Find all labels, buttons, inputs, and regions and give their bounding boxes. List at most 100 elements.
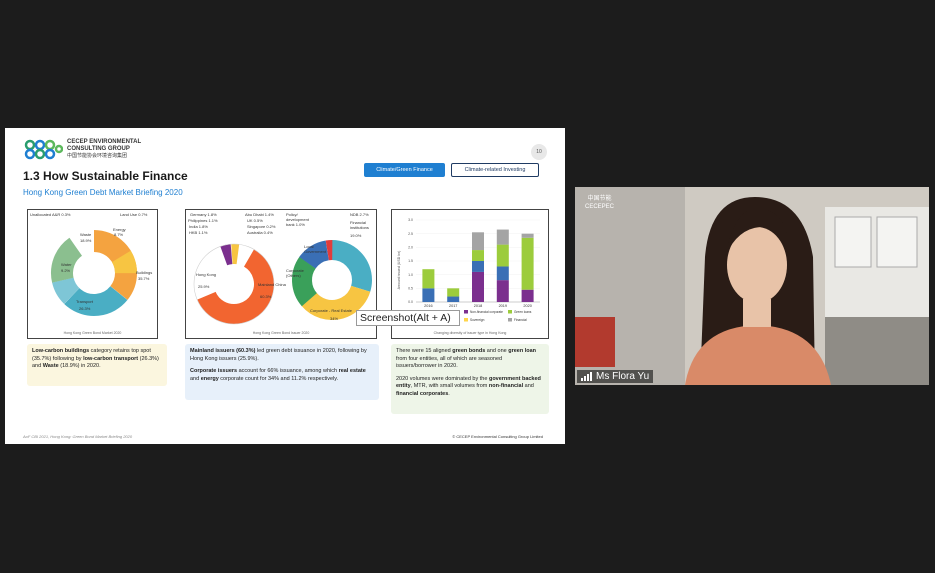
label-buildings-pct: 35.7% xyxy=(138,276,150,281)
n2-t3: and xyxy=(190,375,201,382)
tab-climate-related-investing[interactable]: Climate-related Investing xyxy=(451,163,539,177)
bg-logo-cn: 中国节能 xyxy=(587,196,612,202)
n1-b3: Waste xyxy=(42,363,59,369)
x-tick-label: 2016 xyxy=(424,304,432,308)
label-germany: Germany 1.8% xyxy=(190,212,217,217)
legend-swatch xyxy=(464,310,468,314)
slide-title: 1.3 How Sustainable Finance xyxy=(23,169,188,183)
x-tick-label: 2020 xyxy=(523,304,531,308)
label-australia: Australia 0.4% xyxy=(247,230,273,235)
x-tick-label: 2019 xyxy=(499,304,507,308)
legend-label: Financial xyxy=(514,318,527,322)
label-mainland-pct: 60.3% xyxy=(260,294,272,299)
note-use-of-proceeds: Low-carbon buildings category retains to… xyxy=(27,344,167,386)
n3-b5: financial corporates xyxy=(396,390,449,397)
bar-segment-2019-3 xyxy=(496,244,509,267)
n3-t4: 2020 volumes were dominated by the xyxy=(396,375,489,382)
logo-cn: 中国节能协会环境咨询集团 xyxy=(67,152,128,159)
video-frame xyxy=(575,187,929,385)
label-ndb: NDB 2.7% xyxy=(350,212,369,217)
label-singapore: Singapore 0.2% xyxy=(247,224,276,229)
n3-t3: from four entities, all of which are sea… xyxy=(396,355,503,370)
bar-segment-2017-3 xyxy=(447,288,460,297)
x-tick-label: 2018 xyxy=(474,304,482,308)
bar-segment-2016-3 xyxy=(422,269,435,289)
label-land-use: Land Use 0.7% xyxy=(120,212,148,217)
n2-b4: energy xyxy=(200,375,219,382)
bar-segment-2020-4 xyxy=(521,233,534,238)
logo-name: CECEP ENVIRONMENTAL xyxy=(67,138,142,145)
n3-t2: and one xyxy=(485,348,509,354)
panel2-caption: Hong Kong Green Bond Issuer 2020 xyxy=(252,331,310,335)
label-corporate-real-estate: Corporate - Real Estate xyxy=(310,308,353,313)
bar-segment-2018-4 xyxy=(472,232,484,251)
label-philippines: Philippines 1.1% xyxy=(188,218,218,223)
label-local-gov: Local Government xyxy=(304,244,327,254)
footer-source: AoF CBI 2021, Hong Kong: Green Bond Mark… xyxy=(23,434,133,439)
legend-label: Sovereign xyxy=(470,318,485,322)
label-financial-pct: 19.0% xyxy=(350,233,362,238)
background-logo: 中国节能 CECEPEC xyxy=(585,195,614,211)
y-tick-label: 1.5 xyxy=(408,259,413,263)
bar-segment-2018-2 xyxy=(472,261,484,272)
label-transport: Transport xyxy=(76,299,93,304)
n3-t1: There were 15 aligned xyxy=(396,348,453,354)
participant-name: Ms Flora Yu xyxy=(596,371,650,382)
label-water: Water xyxy=(61,262,72,267)
label-mainland: Mainland China xyxy=(258,282,286,287)
y-tick-label: 1.0 xyxy=(408,273,413,277)
bar-segment-2019-0 xyxy=(496,280,509,302)
y-tick-label: 3.0 xyxy=(408,218,413,222)
label-abu-dhabi: Abu Dhabi 1.4% xyxy=(245,212,274,217)
logo-name-2: CONSULTING GROUP xyxy=(67,145,130,152)
label-water-pct: 9.2% xyxy=(61,268,71,273)
label-buildings: Buildings xyxy=(136,270,153,275)
slide-subtitle: Hong Kong Green Debt Market Briefing 202… xyxy=(23,188,183,197)
green-bond-issuer-panel: Germany 1.8% Philippines 1.1% India 1.8%… xyxy=(185,209,377,339)
n2-b3: real estate xyxy=(338,368,366,374)
shared-slide: CECEP ENVIRONMENTAL CONSULTING GROUP 中国节… xyxy=(5,128,565,444)
legend-swatch xyxy=(508,318,512,322)
legend-label: Non-financial corporate xyxy=(470,310,503,314)
label-waste-pct: 18.9% xyxy=(80,238,92,243)
label-hong-kong: Hong Kong xyxy=(196,272,217,277)
n3-b4: non-financial xyxy=(488,383,524,389)
footer-copyright: © CECEP Environmental Consulting Group L… xyxy=(452,434,543,439)
n1-b2: low-carbon transport xyxy=(83,355,139,362)
label-transport-pct: 26.3% xyxy=(79,306,91,311)
label-policy-bank: Policy/ development bank 1.0% xyxy=(286,212,309,227)
x-tick-label: 2017 xyxy=(449,304,457,308)
n2-t4: corporate count for 34% and 11.2% respec… xyxy=(218,375,339,382)
n3-t7: . xyxy=(448,390,450,397)
note-issuers: Mainland issuers (60.3%) led green debt … xyxy=(185,344,379,400)
n3-b1: green bonds xyxy=(452,348,486,354)
bg-logo-text: CECEPEC xyxy=(585,204,615,210)
n3-b2: green loan xyxy=(508,348,537,354)
n3-t6: and xyxy=(523,383,534,389)
label-hong-kong-pct: 25.9% xyxy=(198,284,210,289)
n2-b1: Mainland issuers (60.3%) xyxy=(190,348,256,354)
label-unallocated: Unallocated A&R 0.3% xyxy=(30,212,71,217)
legend-swatch xyxy=(508,310,512,314)
label-india: India 1.8% xyxy=(189,224,208,229)
bar-segment-2020-3 xyxy=(521,237,534,290)
n1-b1: Low-carbon buildings xyxy=(32,348,90,354)
n2-b2: Corporate issuers xyxy=(190,368,238,374)
label-waste: Waste xyxy=(80,232,92,237)
label-hkb: HKB 1.1% xyxy=(189,230,208,235)
tab-climate-green-finance[interactable]: Climate/Green Finance xyxy=(364,163,445,177)
n1-t3: (18.9%) in 2020. xyxy=(58,363,101,369)
bar-segment-2017-2 xyxy=(447,296,460,302)
bar-segment-2019-4 xyxy=(496,229,509,245)
n2-t2: account for 66% issuance, among which xyxy=(237,368,339,374)
green-bond-use-panel: Unallocated A&R 0.3% Land Use 0.7% Energ… xyxy=(27,209,158,339)
note-volumes: There were 15 aligned green bonds and on… xyxy=(391,344,549,414)
panel1-caption: Hong Kong Green Bond Market 2020 xyxy=(63,331,122,335)
n3-t5: , MTR, with small volumes from xyxy=(410,383,489,389)
cecep-logo-icon xyxy=(24,139,63,160)
cecep-logo: CECEP ENVIRONMENTAL CONSULTING GROUP 中国节… xyxy=(23,138,141,160)
participant-video[interactable]: 中国节能 CECEPEC Ms Flora Yu xyxy=(575,187,929,385)
bar-segment-2019-2 xyxy=(496,266,509,281)
bar-segment-2018-0 xyxy=(472,271,484,302)
label-energy-pct: 8.7% xyxy=(114,232,124,237)
